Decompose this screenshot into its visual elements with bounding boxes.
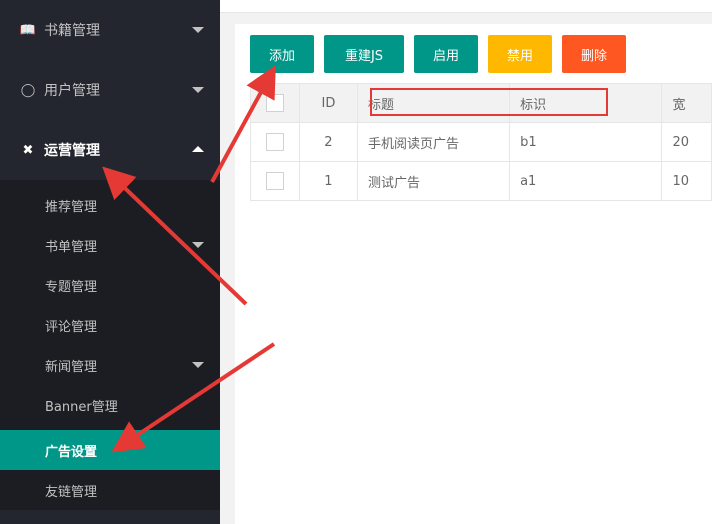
cell-key: a1: [509, 161, 663, 201]
nav-label: 运营管理: [44, 143, 100, 159]
sidebar-item-ads[interactable]: 广告设置: [0, 430, 220, 470]
cell-key: b1: [509, 122, 663, 162]
sidebar-item-label: 评论管理: [45, 319, 98, 335]
row-select-cell: [250, 122, 300, 162]
sidebar-item-booklist[interactable]: 书单管理: [0, 230, 220, 260]
button-label: 重建JS: [344, 48, 384, 64]
chevron-down-icon: [192, 362, 204, 368]
rebuild-js-button[interactable]: 重建JS: [324, 35, 404, 73]
cell-title: 手机阅读页广告: [356, 122, 511, 162]
user-icon: ◯: [20, 82, 36, 98]
sidebar: 📖 书籍管理 ◯ 用户管理 ✖ 运营管理 推荐管理 书单管理 专题管理 评论管理…: [0, 0, 220, 524]
chevron-down-icon: [192, 87, 204, 93]
sidebar-item-comment[interactable]: 评论管理: [0, 310, 220, 340]
highlight-box: [370, 88, 608, 116]
enable-button[interactable]: 启用: [414, 35, 478, 73]
book-icon: 📖: [19, 22, 37, 38]
row-select-cell: [250, 161, 300, 201]
button-label: 删除: [580, 48, 607, 64]
sidebar-item-banner[interactable]: Banner管理: [0, 390, 220, 420]
chevron-down-icon: [192, 27, 204, 33]
cell-title: 测试广告: [356, 161, 511, 201]
nav-user-management[interactable]: ◯ 用户管理: [0, 60, 220, 120]
table-row[interactable]: 1 测试广告 a1 10: [250, 161, 712, 201]
cell-width: 10: [661, 161, 712, 201]
tools-icon: ✖: [22, 142, 34, 158]
sidebar-item-label: 友链管理: [45, 484, 98, 500]
sidebar-item-label: 推荐管理: [45, 199, 98, 215]
disable-button[interactable]: 禁用: [488, 35, 552, 73]
column-header-id[interactable]: ID: [298, 83, 358, 123]
row-checkbox[interactable]: [265, 172, 284, 190]
sidebar-item-news[interactable]: 新闻管理: [0, 340, 220, 390]
row-checkbox[interactable]: [265, 133, 284, 151]
sidebar-item-label: 新闻管理: [45, 359, 98, 375]
chevron-down-icon: [192, 242, 204, 248]
add-button[interactable]: 添加: [250, 35, 314, 73]
select-all-checkbox[interactable]: [265, 94, 284, 112]
header-bar: [220, 0, 712, 13]
table-row[interactable]: 2 手机阅读页广告 b1 20: [250, 122, 712, 162]
submenu: 推荐管理 书单管理 专题管理 评论管理 新闻管理 Banner管理 广告设置 友…: [0, 180, 220, 510]
main-content: 添加 重建JS 启用 禁用 删除 ID 标题 标识 宽 2 手机阅读页广告 b1…: [220, 0, 712, 524]
nav-book-management[interactable]: 📖 书籍管理: [0, 0, 220, 60]
button-label: 添加: [268, 48, 295, 64]
delete-button[interactable]: 删除: [562, 35, 626, 73]
chevron-up-icon: [192, 146, 204, 152]
sidebar-item-recommend[interactable]: 推荐管理: [0, 180, 220, 230]
select-all-cell: [250, 83, 300, 123]
sidebar-item-label: 专题管理: [45, 279, 98, 295]
sidebar-item-topic[interactable]: 专题管理: [0, 260, 220, 310]
column-header-width[interactable]: 宽: [661, 83, 712, 123]
sidebar-item-label: Banner管理: [45, 399, 118, 415]
sidebar-item-label: 书单管理: [45, 239, 98, 255]
cell-width: 20: [661, 122, 712, 162]
cell-id: 2: [298, 122, 358, 162]
nav-operations-management[interactable]: ✖ 运营管理: [0, 120, 220, 180]
sidebar-item-label: 广告设置: [45, 444, 98, 460]
button-label: 禁用: [506, 48, 533, 64]
button-label: 启用: [432, 48, 459, 64]
nav-label: 书籍管理: [44, 23, 100, 39]
sidebar-item-links[interactable]: 友链管理: [0, 470, 220, 510]
nav-label: 用户管理: [44, 83, 100, 99]
cell-id: 1: [298, 161, 358, 201]
